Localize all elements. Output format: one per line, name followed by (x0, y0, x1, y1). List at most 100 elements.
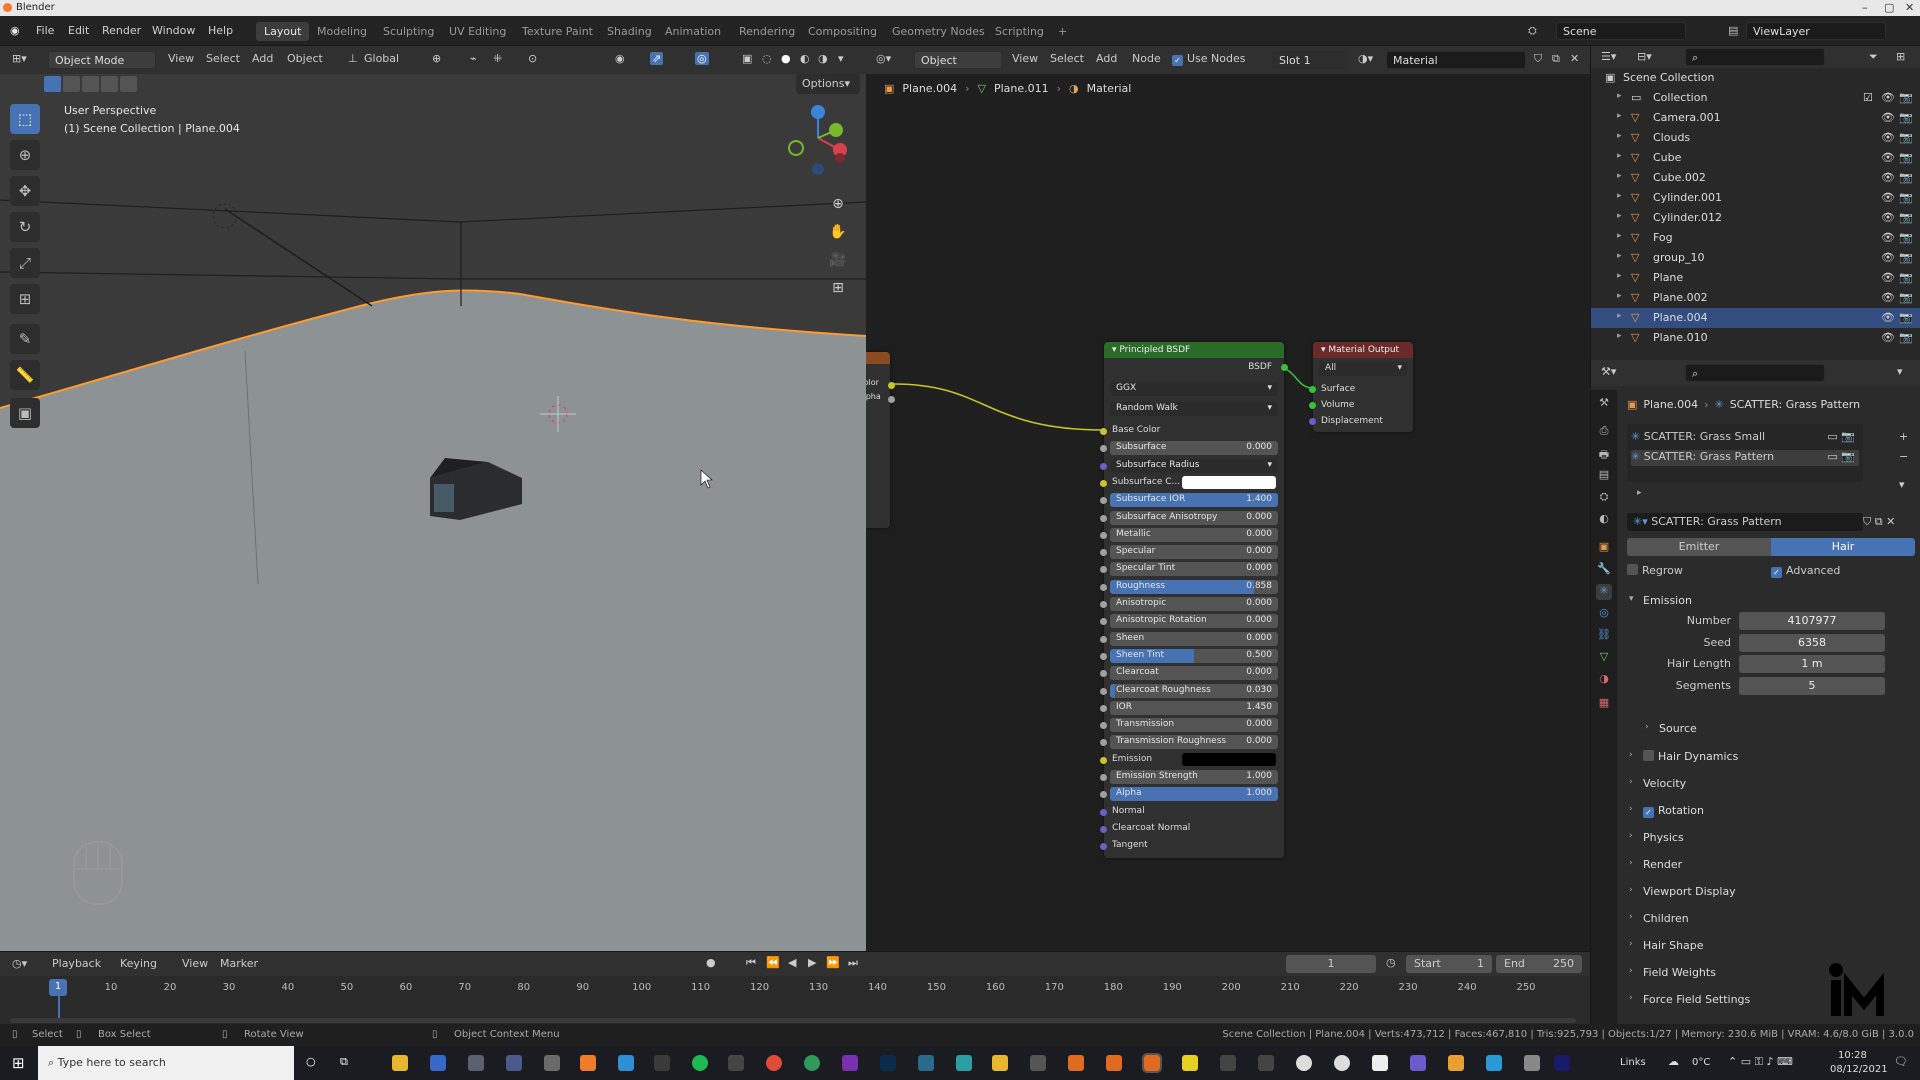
viewport-menu-add[interactable]: Add (252, 52, 273, 65)
chrome-profile-icon[interactable] (804, 1055, 820, 1071)
camera-render-icon[interactable]: 📷 (1899, 151, 1913, 164)
panel-children[interactable]: › Children (1621, 908, 1915, 930)
unreal-icon[interactable] (1334, 1055, 1350, 1071)
app-icon[interactable] (992, 1055, 1008, 1071)
close-icon[interactable]: ✕ (1905, 1, 1914, 14)
add-workspace-button[interactable]: + (1050, 22, 1075, 41)
list-expand-icon[interactable]: ▸ (1637, 488, 1642, 498)
modifier-tab-icon[interactable]: 🔧 (1596, 562, 1612, 578)
material-name-field[interactable]: Material (1386, 51, 1526, 69)
outliner-search-input[interactable]: ⌕ (1685, 48, 1825, 66)
render-tab-icon[interactable]: ⎙ (1596, 424, 1612, 440)
select-box-tool-icon[interactable]: ⬚ (10, 104, 40, 134)
properties-editor-type-icon[interactable]: ⚒▾ (1601, 365, 1616, 378)
volume-socket[interactable] (1309, 402, 1316, 409)
bsdf-input-socket[interactable] (1100, 566, 1107, 574)
distribution-dropdown[interactable]: GGX ▾ (1110, 382, 1278, 396)
subsurface-method-dropdown[interactable]: Random Walk ▾ (1110, 402, 1278, 416)
image-texture-node[interactable]: Color Alpha (866, 352, 895, 528)
app-icon[interactable] (1220, 1055, 1236, 1071)
panel-checkbox-icon[interactable] (1643, 750, 1654, 761)
taskbar-search-input[interactable]: ⌕ Type here to search (38, 1046, 294, 1080)
settings-fake-user-icon[interactable]: ⛉ ⧉ ✕ (1863, 515, 1895, 529)
snap-target-icon[interactable]: ⁜ (493, 52, 502, 65)
workspace-tab-texture-paint[interactable]: Texture Paint (514, 22, 601, 41)
rendered-shading-icon[interactable]: ◑ (818, 52, 828, 65)
minimize-icon[interactable]: – (1862, 1, 1868, 14)
eye-icon[interactable]: 👁 (1881, 231, 1895, 244)
overlay-toggle-icon[interactable]: ◎ (695, 52, 709, 65)
color-swatch[interactable] (1182, 475, 1276, 489)
emission-panel-header[interactable]: ▾ Emission (1621, 590, 1915, 612)
bsdf-input-socket[interactable] (1100, 687, 1107, 695)
scene-selector[interactable]: Scene (1556, 22, 1686, 40)
play-icon[interactable]: ▶ (808, 956, 816, 969)
links-toolbar[interactable]: Links (1620, 1057, 1646, 1068)
bsdf-input-socket[interactable] (1100, 445, 1107, 453)
eye-icon[interactable]: 👁 (1881, 91, 1895, 104)
bsdf-input-socket[interactable] (1100, 479, 1107, 487)
spotify-icon[interactable] (692, 1055, 708, 1071)
bsdf-input-socket[interactable] (1100, 583, 1107, 591)
outliner-item-collection[interactable]: ▸ ▭ Collection ☑ 👁 📷 (1591, 88, 1920, 108)
eye-icon[interactable]: 👁 (1881, 151, 1895, 164)
principled-bsdf-node[interactable]: ▾ Principled BSDF BSDF GGX ▾ Random Walk ▾… (1100, 342, 1288, 858)
eye-icon[interactable]: 👁 (1881, 111, 1895, 124)
outliner-item-cube-002[interactable]: ▸ ▽ Cube.002 👁 📷 (1591, 168, 1920, 188)
display-mode-icon[interactable]: ⊟▾ (1637, 50, 1652, 63)
app-icon[interactable] (1182, 1055, 1198, 1071)
bsdf-input-socket[interactable] (1100, 531, 1107, 539)
node-editor-type-icon[interactable]: ◎▾ (876, 52, 891, 65)
material-browse-icon[interactable]: ◑▾ (1358, 52, 1373, 65)
proportional-edit-icon[interactable]: ⊙ (528, 52, 537, 65)
telegram-icon[interactable] (1486, 1055, 1502, 1071)
include-checkbox-icon[interactable]: ☑ (1863, 91, 1873, 104)
camera-render-icon[interactable]: 📷 (1899, 251, 1913, 264)
expand-triangle-icon[interactable]: ▸ (1617, 251, 1622, 261)
bsdf-input-socket[interactable] (1100, 514, 1107, 522)
texture-alpha-socket[interactable] (888, 396, 895, 403)
visibility-icon[interactable]: ◉ (615, 52, 625, 65)
timeline-menu-playback[interactable]: Playback (52, 957, 101, 970)
bsdf-input-socket[interactable] (1100, 808, 1107, 816)
eye-icon[interactable]: 👁 (1881, 311, 1895, 324)
use-nodes-checkbox[interactable]: ✓ Use Nodes (1172, 52, 1246, 66)
panel-hair-dynamics[interactable]: › Hair Dynamics (1621, 746, 1915, 768)
particle-list-menu-icon[interactable]: ▾ (1899, 478, 1905, 491)
app-icon[interactable] (918, 1055, 934, 1071)
cortana-icon[interactable]: ○ (306, 1055, 316, 1068)
outliner-item-plane[interactable]: ▸ ▽ Plane 👁 📷 (1591, 268, 1920, 288)
workspace-tab-scripting[interactable]: Scripting (987, 22, 1052, 41)
panel-checkbox-icon[interactable]: ✓ (1643, 807, 1654, 818)
cursor-tool-icon[interactable]: ⊕ (10, 140, 40, 170)
scale-tool-icon[interactable]: ⤢ (10, 248, 40, 278)
emission-field-number[interactable]: 4107977 (1739, 612, 1885, 630)
current-frame-field[interactable]: 1 (1286, 955, 1376, 973)
viewport-menu-view[interactable]: View (168, 52, 194, 65)
workspace-tab-compositing[interactable]: Compositing (800, 22, 885, 41)
bsdf-input-field[interactable]: Metallic 0.000 (1110, 527, 1278, 542)
timeline-editor-type-icon[interactable]: ◷▾ (12, 957, 27, 970)
solid-shading-icon[interactable]: ● (781, 52, 791, 65)
bsdf-input-socket[interactable] (1100, 462, 1107, 470)
bsdf-input-socket[interactable] (1100, 635, 1107, 643)
bsdf-input-field[interactable]: Subsurface Radius ▾ (1110, 458, 1278, 473)
bsdf-input-field[interactable]: Clearcoat 0.000 (1110, 666, 1278, 681)
particle-system-item-active[interactable]: ✳ SCATTER: Grass Pattern ▭ 📷 (1631, 450, 1859, 466)
photoshop-icon[interactable] (880, 1055, 896, 1071)
camera-render-icon[interactable]: 📷 (1899, 271, 1913, 284)
active-particle-settings-field[interactable]: ✳▾ SCATTER: Grass Pattern (1627, 513, 1863, 531)
menu-window[interactable]: Window (152, 24, 195, 37)
properties-search-input[interactable]: ⌕ (1685, 364, 1825, 382)
world-tab-icon[interactable]: ◐ (1596, 512, 1612, 528)
workspace-tab-shading[interactable]: Shading (599, 22, 660, 41)
constraints-tab-icon[interactable]: ⛓ (1596, 628, 1612, 644)
bsdf-input-socket[interactable] (1100, 497, 1107, 505)
maximize-icon[interactable]: ▢ (1884, 1, 1894, 14)
bsdf-input-field[interactable]: Transmission 0.000 (1110, 718, 1278, 733)
bsdf-input-field[interactable]: Subsurface IOR 1.400 (1110, 493, 1278, 508)
end-frame-field[interactable]: End 250 (1496, 955, 1582, 973)
panel-hair-shape[interactable]: › Hair Shape (1621, 935, 1915, 957)
workspace-tab-rendering[interactable]: Rendering (731, 22, 803, 41)
emitter-tab-button[interactable]: Emitter (1627, 538, 1771, 556)
